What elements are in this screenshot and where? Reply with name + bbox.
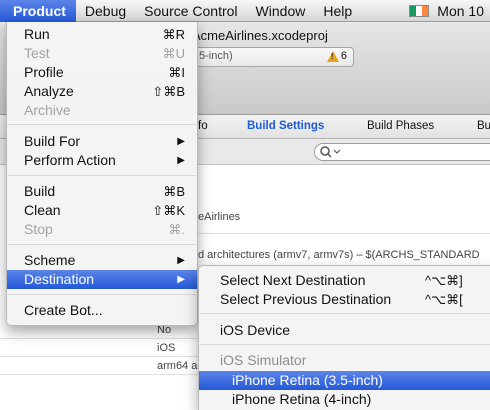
menu-window[interactable]: Window: [247, 0, 315, 22]
window-title: AcmeAirlines.xcodeproj: [192, 28, 328, 43]
menu-item-label: Perform Action: [24, 152, 116, 168]
divider: [0, 338, 198, 339]
menu-item-iphone-retina-3-5[interactable]: iPhone Retina (3.5-inch): [199, 371, 490, 390]
menu-bar: Product Debug Source Control Window Help…: [0, 0, 490, 22]
ios-simulator-header: iOS Simulator: [220, 352, 307, 368]
destination-submenu: Select Next Destination ^⌥⌘] Select Prev…: [198, 265, 490, 410]
menu-separator: [200, 313, 490, 314]
menu-item-ios-device[interactable]: iOS Device: [199, 321, 490, 340]
menu-debug[interactable]: Debug: [76, 0, 135, 22]
shortcut: ⌘U: [162, 46, 185, 61]
menu-separator: [200, 344, 490, 345]
menu-item-select-next-destination[interactable]: Select Next Destination ^⌥⌘]: [199, 271, 490, 290]
submenu-arrow-icon: ▶: [177, 274, 185, 285]
menu-product[interactable]: Product: [0, 0, 76, 22]
submenu-arrow-icon: ▶: [177, 255, 185, 266]
shortcut: ⌘.: [168, 222, 185, 237]
menu-help[interactable]: Help: [314, 0, 361, 22]
menubar-status-area: Mon 10: [409, 0, 490, 22]
shortcut: ⇧⌘K: [152, 203, 185, 218]
ireland-flag-icon[interactable]: [409, 4, 430, 17]
menu-item-perform-action[interactable]: Perform Action ▶: [7, 151, 197, 170]
menu-item-analyze[interactable]: Analyze ⇧⌘B: [7, 82, 197, 101]
divider: [0, 356, 198, 357]
menu-item-clean[interactable]: Clean ⇧⌘K: [7, 201, 197, 220]
menu-item-iphone-retina-4[interactable]: iPhone Retina (4-inch): [199, 390, 490, 409]
menu-item-label: Stop: [24, 221, 53, 237]
menu-item-build-for[interactable]: Build For ▶: [7, 132, 197, 151]
menu-item-destination[interactable]: Destination ▶: [7, 270, 197, 289]
menu-item-label: Run: [24, 26, 50, 42]
menu-separator: [8, 124, 196, 125]
menu-item-create-bot[interactable]: Create Bot...: [7, 301, 197, 320]
menu-item-label: Select Next Destination: [220, 272, 366, 288]
menu-separator: [8, 244, 196, 245]
setting-value-archs[interactable]: arm64 ar: [157, 360, 201, 372]
menu-item-select-previous-destination[interactable]: Select Previous Destination ^⌥⌘[: [199, 290, 490, 309]
tab-info[interactable]: fo: [198, 120, 208, 132]
product-menu: Run ⌘R Test ⌘U Profile ⌘I Analyze ⇧⌘B Ar…: [6, 22, 198, 326]
shortcut: ⌘I: [168, 65, 185, 80]
menu-item-label: Select Previous Destination: [220, 291, 392, 307]
menu-item-label: Destination: [24, 271, 95, 287]
menu-item-label: Profile: [24, 64, 64, 80]
menu-item-label: Test: [24, 45, 50, 61]
tab-build-settings[interactable]: Build Settings: [247, 120, 324, 132]
shortcut: ^⌥⌘[: [425, 292, 463, 307]
submenu-arrow-icon: ▶: [177, 155, 185, 166]
tab-build-rules[interactable]: Bu: [477, 120, 490, 132]
menu-separator: [8, 175, 196, 176]
divider: [0, 374, 198, 375]
activity-viewer[interactable]: 5-inch) 6: [192, 47, 354, 67]
warning-count: 6: [340, 50, 347, 62]
tab-build-phases[interactable]: Build Phases: [367, 120, 434, 132]
menu-item-run[interactable]: Run ⌘R: [7, 25, 197, 44]
shortcut: ⌘R: [162, 27, 185, 42]
warning-icon: [326, 50, 339, 62]
menu-item-archive[interactable]: Archive: [7, 101, 197, 120]
divider: [198, 233, 490, 234]
menu-item-label: Archive: [24, 102, 71, 118]
menu-item-label: Build For: [24, 133, 81, 149]
menu-item-test[interactable]: Test ⌘U: [7, 44, 197, 63]
menu-item-label: Build: [24, 183, 56, 199]
shortcut: ⌘B: [163, 184, 185, 199]
submenu-arrow-icon: ▶: [177, 136, 185, 147]
menu-item-label: Scheme: [24, 252, 76, 268]
menu-item-label: Analyze: [24, 83, 74, 99]
setting-value-ios[interactable]: iOS: [157, 342, 175, 354]
menu-item-scheme[interactable]: Scheme ▶: [7, 251, 197, 270]
activity-status-text: 5-inch): [199, 50, 233, 62]
shortcut: ^⌥⌘]: [425, 273, 463, 288]
clock[interactable]: Mon 10: [437, 3, 490, 19]
menu-item-profile[interactable]: Profile ⌘I: [7, 63, 197, 82]
warning-badge[interactable]: 6: [326, 50, 347, 62]
menu-item-build[interactable]: Build ⌘B: [7, 182, 197, 201]
shortcut: ⇧⌘B: [152, 84, 185, 99]
menu-item-stop[interactable]: Stop ⌘.: [7, 220, 197, 239]
menu-item-label: Clean: [24, 202, 61, 218]
project-label: eAirlines: [198, 211, 241, 223]
menu-item-label: Create Bot...: [24, 302, 103, 318]
menu-separator: [8, 294, 196, 295]
architectures-row[interactable]: d architectures (armv7, armv7s) – $(ARCH…: [198, 249, 480, 261]
menu-source-control[interactable]: Source Control: [135, 0, 246, 22]
search-field[interactable]: [314, 143, 490, 161]
search-icon: [320, 146, 341, 158]
